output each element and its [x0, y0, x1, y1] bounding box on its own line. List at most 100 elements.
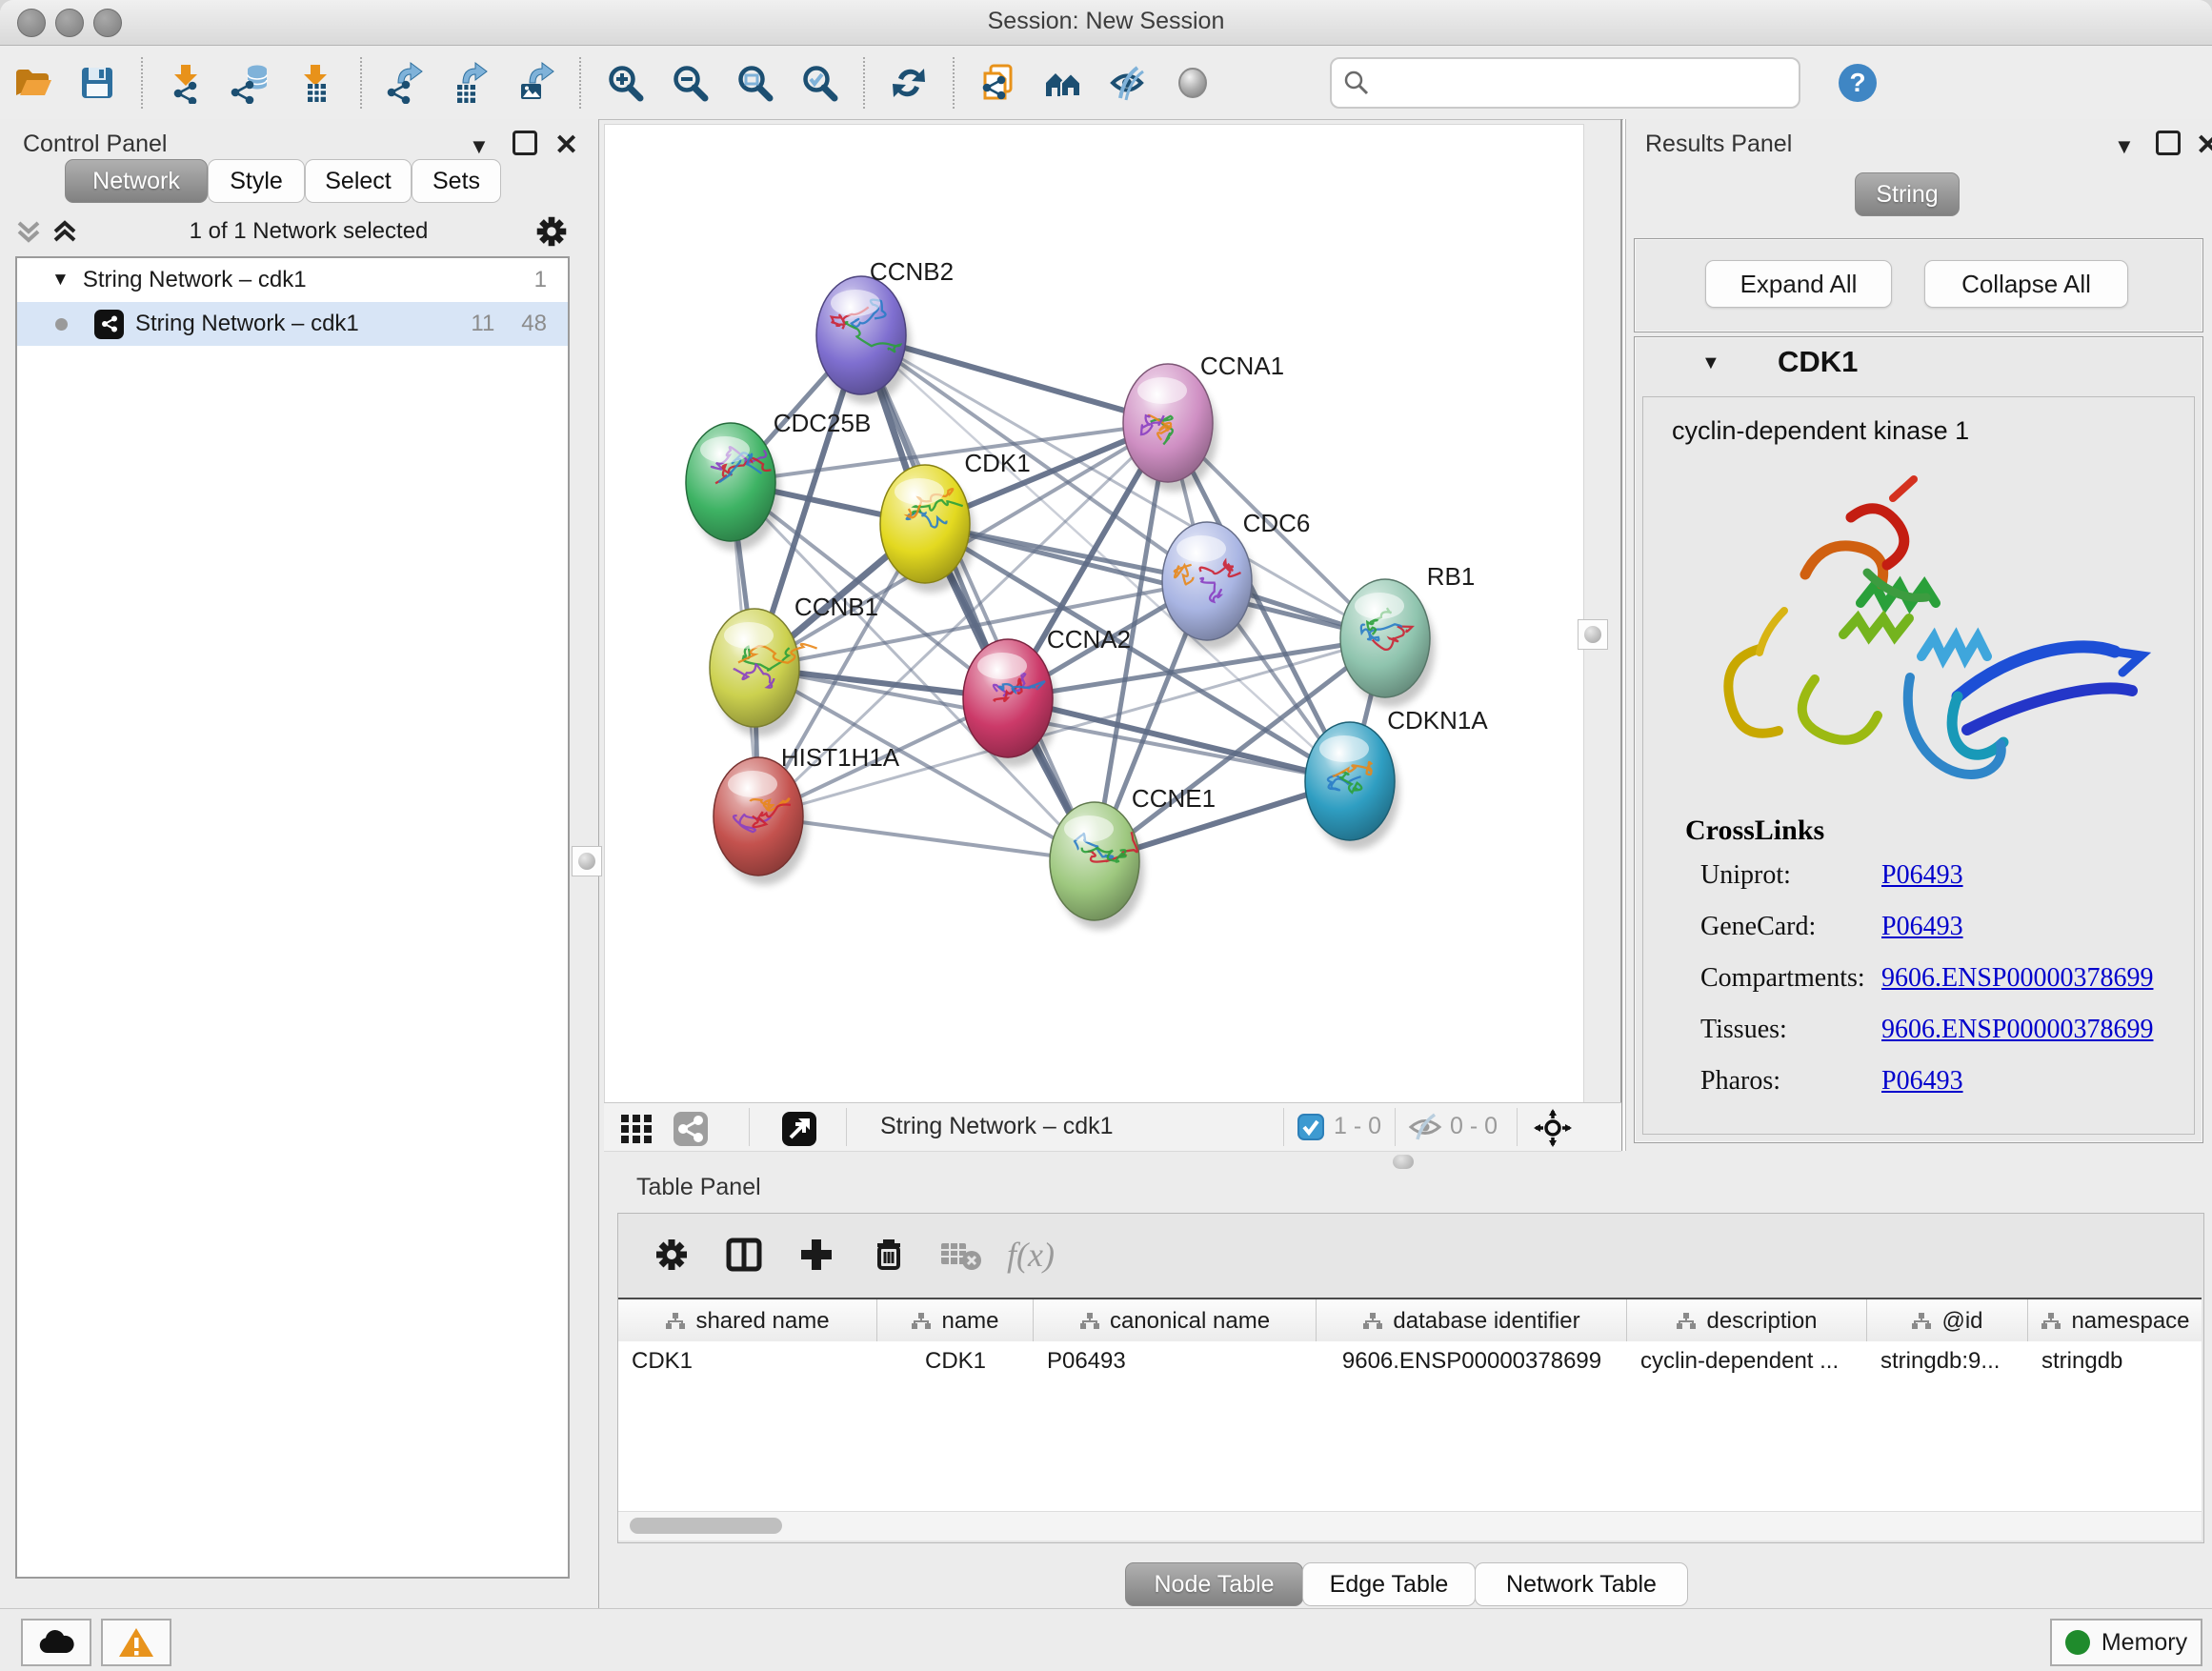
left-splitter-knob[interactable] — [572, 846, 602, 876]
expand-all-button[interactable]: Expand All — [1705, 260, 1892, 308]
zoom-fit-button[interactable] — [726, 54, 783, 111]
right-splitter-knob[interactable] — [1578, 619, 1608, 650]
control-panel-float-icon[interactable] — [513, 131, 537, 161]
node-CDC6[interactable] — [1162, 522, 1252, 640]
column-header-name[interactable]: name — [877, 1299, 1034, 1343]
tab-network-table[interactable]: Network Table — [1475, 1562, 1688, 1606]
tab-sets[interactable]: Sets — [412, 159, 501, 203]
crosslink-row: Uniprot:P06493 — [1700, 860, 2177, 891]
table-horizontal-scrollbar[interactable] — [618, 1511, 2202, 1540]
memory-button[interactable]: Memory — [2050, 1619, 2202, 1666]
node-CDK1[interactable] — [880, 465, 970, 583]
grid-view-icon[interactable] — [619, 1111, 654, 1145]
show-details-button[interactable] — [1164, 54, 1221, 111]
expand-all-icon[interactable] — [50, 215, 86, 248]
export-image-button[interactable] — [507, 54, 564, 111]
crosslink-label: Tissues: — [1700, 1015, 1881, 1045]
node-RB1[interactable] — [1340, 579, 1430, 697]
home-button[interactable] — [1035, 54, 1092, 111]
node-CCNA1[interactable] — [1123, 364, 1213, 482]
control-panel-close-icon[interactable]: ✕ — [554, 129, 578, 162]
bottom-splitter-knob[interactable] — [1393, 1155, 1414, 1169]
tab-network[interactable]: Network — [65, 159, 208, 203]
table-settings-gear-icon[interactable] — [641, 1226, 702, 1283]
results-splitter[interactable] — [1620, 119, 1622, 1151]
column-header-canonical-name[interactable]: canonical name — [1034, 1299, 1317, 1343]
selected-checkbox-icon[interactable] — [1297, 1114, 1324, 1140]
birds-eye-toggle-icon[interactable] — [1534, 1109, 1572, 1147]
node-CCNA2[interactable] — [963, 639, 1053, 757]
crosslink-link[interactable]: P06493 — [1881, 912, 1963, 941]
column-header-namespace[interactable]: namespace — [2028, 1299, 2202, 1343]
network-canvas[interactable]: CCNB2CCNA1CDC25BCDK1CDC6RB1CCNB1CCNA2CDK… — [604, 124, 1584, 1104]
table-row[interactable]: CDK1CDK1P064939606.ENSP00000378699cyclin… — [618, 1341, 2202, 1381]
results-panel-menu-icon[interactable]: ▼ — [2114, 134, 2135, 159]
column-header-shared-name[interactable]: shared name — [618, 1299, 877, 1343]
network-collection-row[interactable]: ▼ String Network – cdk1 1 — [17, 258, 568, 302]
clone-network-button[interactable] — [970, 54, 1027, 111]
column-header-database-identifier[interactable]: database identifier — [1317, 1299, 1627, 1343]
results-panel-close-icon[interactable]: ✕ — [2196, 129, 2212, 162]
refresh-view-button[interactable] — [880, 54, 937, 111]
export-network-button[interactable] — [377, 54, 434, 111]
crosslink-link[interactable]: 9606.ENSP00000378699 — [1881, 963, 2153, 993]
tab-style[interactable]: Style — [208, 159, 305, 203]
tab-edge-table[interactable]: Edge Table — [1302, 1562, 1476, 1606]
column-tree-icon — [2041, 1312, 2061, 1331]
crosslink-link[interactable]: P06493 — [1881, 1066, 1963, 1096]
save-session-button[interactable] — [69, 54, 126, 111]
network-tree: ▼ String Network – cdk1 1 String Network… — [15, 256, 570, 1579]
open-session-button[interactable] — [4, 54, 61, 111]
edge-CCNB2-CCNE1[interactable] — [861, 335, 1095, 861]
network-row[interactable]: String Network – cdk1 11 48 — [17, 302, 568, 346]
results-panel-float-icon[interactable] — [2156, 131, 2181, 161]
control-panel-menu-icon[interactable]: ▼ — [469, 134, 490, 159]
scrollbar-thumb[interactable] — [630, 1518, 782, 1534]
hide-selected-button[interactable] — [1099, 54, 1156, 111]
export-table-button[interactable] — [442, 54, 499, 111]
network-node-count: 11 — [471, 311, 494, 337]
network-options-gear-icon[interactable] — [532, 211, 572, 252]
column-header--id[interactable]: @id — [1867, 1299, 2028, 1343]
zoom-out-button[interactable] — [661, 54, 718, 111]
add-column-icon[interactable] — [786, 1226, 847, 1283]
node-CCNB2[interactable] — [816, 276, 906, 394]
network-share-view-icon[interactable] — [673, 1111, 709, 1147]
help-button[interactable]: ? — [1835, 60, 1880, 106]
crosslink-link[interactable]: 9606.ENSP00000378699 — [1881, 1015, 2153, 1044]
node-CCNE1[interactable] — [1050, 802, 1139, 920]
tab-string[interactable]: String — [1855, 172, 1960, 216]
import-table-button[interactable] — [288, 54, 345, 111]
collection-expander-icon[interactable]: ▼ — [51, 270, 70, 291]
crosslink-link[interactable]: P06493 — [1881, 860, 1963, 890]
detach-view-icon[interactable] — [781, 1111, 817, 1147]
delete-column-icon[interactable] — [858, 1226, 919, 1283]
import-network-button[interactable] — [158, 54, 215, 111]
tab-select[interactable]: Select — [305, 159, 412, 203]
warning-button[interactable] — [101, 1619, 171, 1666]
zoom-in-button[interactable] — [596, 54, 654, 111]
table-panel-title: Table Panel — [636, 1174, 761, 1201]
column-tree-icon — [665, 1312, 686, 1331]
tab-node-table[interactable]: Node Table — [1125, 1562, 1303, 1606]
node-HIST1H1A[interactable] — [714, 757, 803, 876]
collapse-all-button[interactable]: Collapse All — [1924, 260, 2128, 308]
node-CDKN1A[interactable] — [1305, 722, 1395, 840]
cloud-button[interactable] — [21, 1619, 91, 1666]
column-header-description[interactable]: description — [1627, 1299, 1867, 1343]
title-bar: Session: New Session — [0, 0, 2212, 46]
results-panel: Results Panel ▼ ✕ String Expand All Coll… — [1626, 119, 2212, 1151]
collapse-all-icon[interactable] — [13, 215, 50, 248]
search-icon — [1343, 70, 1370, 96]
search-input[interactable] — [1370, 63, 1799, 103]
delete-table-icon[interactable] — [931, 1226, 992, 1283]
status-bar: Memory — [0, 1608, 2212, 1671]
import-database-button[interactable] — [223, 54, 280, 111]
node-label-CDK1: CDK1 — [964, 449, 1030, 477]
string-network-graph[interactable]: CCNB2CCNA1CDC25BCDK1CDC6RB1CCNB1CCNA2CDK… — [605, 125, 1583, 1103]
gene-expander-icon[interactable]: ▼ — [1701, 352, 1720, 374]
show-column-panel-icon[interactable] — [714, 1226, 774, 1283]
node-CDC25B[interactable] — [686, 423, 775, 541]
zoom-selected-button[interactable] — [791, 54, 848, 111]
edge-CCNE1-HIST1H1A[interactable] — [758, 816, 1095, 861]
